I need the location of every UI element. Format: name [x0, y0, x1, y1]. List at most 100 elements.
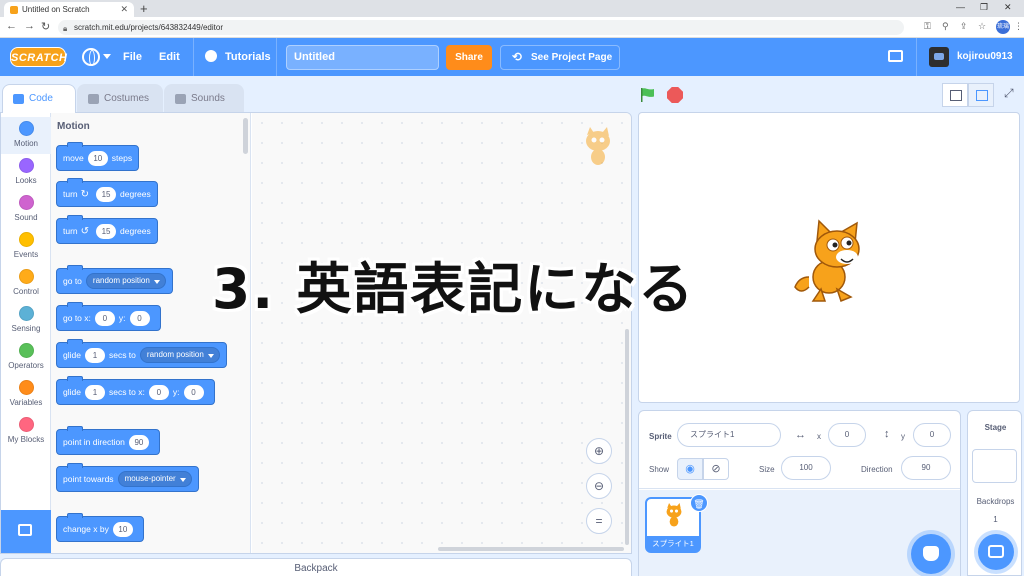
username-menu[interactable]: kojirou0913	[957, 38, 1013, 76]
x-arrows-icon: ↔	[795, 429, 806, 441]
x-input[interactable]: 0	[94, 310, 115, 326]
block-text: go to x:	[63, 313, 91, 323]
target-dropdown[interactable]: random position	[85, 273, 166, 289]
small-stage-button[interactable]	[942, 83, 968, 107]
target-dropdown[interactable]: random position	[139, 347, 220, 363]
x-input[interactable]: 0	[828, 423, 866, 447]
see-project-page-button[interactable]: ⟲ See Project Page	[500, 45, 620, 70]
category-events[interactable]: Events	[1, 228, 51, 265]
palette-scrollbar[interactable]	[243, 118, 248, 154]
address-bar[interactable]: 🔒︎ scratch.mit.edu/projects/643832449/ed…	[58, 20, 904, 35]
bookmark-star-icon[interactable]: ☆	[978, 21, 986, 32]
language-globe-icon[interactable]	[82, 48, 100, 66]
add-extension-button[interactable]	[1, 510, 51, 553]
block-go-to[interactable]: go to random position	[56, 265, 173, 294]
lightbulb-icon[interactable]	[205, 50, 217, 62]
maximize-icon[interactable]: ❐	[980, 2, 988, 13]
show-visible-button[interactable]: ◉	[677, 458, 703, 480]
fullscreen-button[interactable]: ⤢	[998, 83, 1024, 107]
category-operators[interactable]: Operators	[1, 339, 51, 376]
edit-menu[interactable]: Edit	[159, 38, 180, 76]
rotate-left-icon: ↺	[80, 225, 90, 237]
scratch-logo[interactable]: SCRATCH	[10, 47, 67, 67]
category-my-blocks[interactable]: My Blocks	[1, 413, 51, 450]
number-input[interactable]: 15	[96, 223, 117, 239]
stage-thumbnail[interactable]	[972, 449, 1017, 483]
my-stuff-folder-icon[interactable]	[888, 50, 903, 62]
sprite-name-input[interactable]: スプライト1	[677, 423, 781, 447]
backdrops-label: Backdrops	[976, 497, 1015, 506]
green-flag-icon[interactable]	[640, 87, 656, 103]
block-turn-left[interactable]: turn ↺ 15 degrees	[56, 215, 158, 244]
number-input[interactable]: 10	[112, 521, 133, 537]
script-vscrollbar[interactable]	[625, 329, 629, 545]
category-looks[interactable]: Looks	[1, 154, 51, 191]
chevron-down-icon[interactable]	[103, 54, 111, 59]
block-point-towards[interactable]: point towards mouse-pointer	[56, 463, 199, 492]
number-input[interactable]: 15	[96, 186, 117, 202]
category-variables[interactable]: Variables	[1, 376, 51, 413]
large-stage-button[interactable]	[968, 83, 994, 107]
stage-selector[interactable]: Stage Backdrops 1	[967, 410, 1022, 576]
target-dropdown[interactable]: mouse-pointer	[117, 471, 192, 487]
minimize-icon[interactable]: —	[956, 2, 965, 12]
number-input[interactable]: 10	[87, 150, 108, 166]
reload-icon[interactable]: ↻	[41, 20, 50, 33]
menu-divider	[916, 38, 917, 76]
zoom-in-button[interactable]: ⊕	[586, 438, 612, 464]
new-tab-icon[interactable]: +	[140, 1, 148, 16]
block-text: turn	[63, 189, 78, 199]
back-icon[interactable]: ←	[6, 20, 17, 32]
category-label: Variables	[9, 398, 43, 407]
zoom-reset-button[interactable]: =	[586, 508, 612, 534]
share-button[interactable]: Share	[446, 45, 492, 70]
y-input[interactable]: 0	[129, 310, 150, 326]
user-avatar[interactable]	[929, 47, 949, 67]
script-hscrollbar[interactable]	[438, 547, 624, 551]
block-glide-xy[interactable]: glide 1 secs to x: 0 y: 0	[56, 376, 215, 405]
secs-input[interactable]: 1	[84, 384, 105, 400]
stop-icon[interactable]	[667, 87, 683, 103]
block-glide[interactable]: glide 1 secs to random position	[56, 339, 227, 368]
profile-avatar[interactable]: 琉璃	[996, 20, 1010, 34]
direction-input[interactable]: 90	[128, 434, 149, 450]
block-turn-right[interactable]: turn ↻ 15 degrees	[56, 178, 158, 207]
category-sound[interactable]: Sound	[1, 191, 51, 228]
window-close-icon[interactable]: ✕	[1004, 2, 1012, 13]
browser-menu-icon[interactable]: ⋮	[1014, 21, 1023, 32]
rotate-right-icon: ↻	[80, 188, 90, 200]
category-control[interactable]: Control	[1, 265, 51, 302]
secs-input[interactable]: 1	[84, 347, 105, 363]
category-motion[interactable]: Motion	[1, 117, 51, 154]
block-move[interactable]: move 10 steps	[56, 142, 140, 171]
size-input[interactable]: 100	[781, 456, 831, 480]
trash-icon[interactable]: 🗑︎	[690, 494, 708, 512]
file-menu[interactable]: File	[123, 38, 142, 76]
y-input[interactable]: 0	[183, 384, 204, 400]
direction-input[interactable]: 90	[901, 456, 951, 480]
block-point-in-direction[interactable]: point in direction 90	[56, 426, 160, 455]
project-title-input[interactable]: Untitled	[286, 45, 439, 70]
tab-code[interactable]: Code	[2, 84, 76, 113]
x-input[interactable]: 0	[148, 384, 169, 400]
key-icon[interactable]: ⚿	[924, 21, 931, 32]
block-go-to-xy[interactable]: go to x: 0 y: 0	[56, 302, 161, 331]
category-sensing[interactable]: Sensing	[1, 302, 51, 339]
choose-sprite-button[interactable]	[911, 534, 951, 574]
sprite-pane: Sprite スプライト1 ↔ x 0 ↕ y 0 Show ◉ ⊘ Size …	[638, 410, 961, 576]
tab-costumes[interactable]: Costumes	[77, 84, 163, 113]
browser-tab[interactable]: Untitled on Scratch ✕	[4, 2, 134, 17]
show-hidden-button[interactable]: ⊘	[703, 458, 729, 480]
zoom-icon[interactable]: ⚲	[942, 21, 949, 32]
block-change-x[interactable]: change x by 10	[56, 513, 144, 542]
forward-icon[interactable]: →	[24, 20, 35, 32]
choose-backdrop-button[interactable]	[978, 534, 1014, 570]
tab-costumes-label: Costumes	[104, 93, 150, 104]
close-tab-icon[interactable]: ✕	[120, 4, 128, 15]
backpack-header[interactable]: Backpack	[0, 558, 632, 576]
y-input[interactable]: 0	[913, 423, 951, 447]
tutorials-button[interactable]: Tutorials	[225, 38, 271, 76]
zoom-out-button[interactable]: ⊖	[586, 473, 612, 499]
share-page-icon[interactable]: ⇪	[960, 21, 968, 32]
tab-sounds[interactable]: Sounds	[164, 84, 244, 113]
